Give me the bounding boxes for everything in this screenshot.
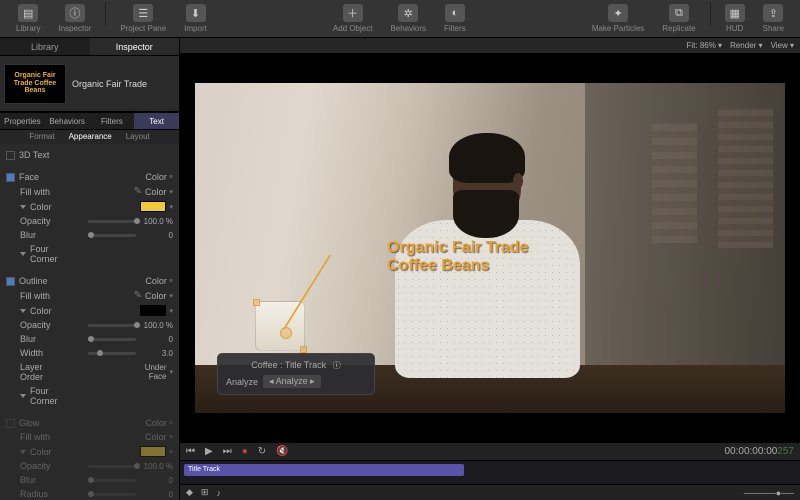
object-title: Organic Fair Trade <box>72 79 147 89</box>
hud-button[interactable]: ▦HUD <box>717 2 753 35</box>
outline-width-slider[interactable] <box>88 352 136 355</box>
project-pane-button[interactable]: ☰Project Pane <box>112 2 174 35</box>
face-checkbox[interactable] <box>6 173 15 182</box>
share-icon: ⇪ <box>763 4 783 22</box>
fillwith-popup[interactable]: ▾ <box>169 188 173 196</box>
3d-text-label: 3D Text <box>19 150 49 160</box>
replicate-icon: ⧉ <box>669 4 689 22</box>
subtab-text[interactable]: Text <box>134 113 179 129</box>
plus-icon: ＋ <box>343 4 363 22</box>
title-text-overlay[interactable]: Organic Fair Trade Coffee Beans <box>387 239 528 276</box>
go-end-button[interactable]: ⏭ <box>223 446 232 457</box>
view-menu[interactable]: View ▾ <box>771 41 794 50</box>
make-particles-button[interactable]: ✦Make Particles <box>584 2 652 35</box>
add-object-button[interactable]: ＋Add Object <box>325 2 381 35</box>
play-button[interactable]: ▶ <box>205 446 213 457</box>
library-button[interactable]: ▤Library <box>8 2 48 35</box>
face-blur-value[interactable]: 0 <box>139 231 173 240</box>
face-popup[interactable]: ≡ <box>169 174 173 181</box>
outline-opacity-slider[interactable] <box>88 324 136 327</box>
modetab-format[interactable]: Format <box>23 132 60 142</box>
share-button[interactable]: ⇪Share <box>755 2 792 35</box>
video-frame: Organic Fair Trade Coffee Beans Coffee :… <box>195 83 785 413</box>
timing-pane-button[interactable]: ⊞ <box>201 487 209 498</box>
face-blur-slider[interactable] <box>88 234 136 237</box>
inspector-sidebar: Library Inspector Organic Fair Trade Cof… <box>0 38 180 500</box>
subtab-behaviors[interactable]: Behaviors <box>45 113 90 129</box>
render-menu[interactable]: Render ▾ <box>730 41 762 50</box>
outline-layer-value[interactable]: Under Face <box>132 363 166 381</box>
fit-menu[interactable]: Fit: 86% ▾ <box>686 41 722 50</box>
filters-icon: ◐ <box>445 4 465 22</box>
disclosure-icon[interactable] <box>20 205 26 209</box>
audio-pane-button[interactable]: ♪ <box>216 488 221 498</box>
canvas[interactable]: Organic Fair Trade Coffee Beans Coffee :… <box>180 54 800 442</box>
tab-library[interactable]: Library <box>0 38 90 55</box>
outline-checkbox[interactable] <box>6 277 15 286</box>
face-color-swatch[interactable] <box>140 201 166 212</box>
timeline-track[interactable]: Title Track <box>180 461 800 484</box>
glow-section: GlowColor≡ Fill withColor▾ Color▾ Opacit… <box>6 416 173 500</box>
properties-panel: 3D Text FaceColor≡ Fill with✎Color▾ Colo… <box>0 144 179 500</box>
import-button[interactable]: ⬇Import <box>176 2 215 35</box>
go-start-button[interactable]: ⏮ <box>186 446 195 457</box>
subtab-properties[interactable]: Properties <box>0 113 45 129</box>
object-thumbnail: Organic Fair Trade Coffee Beans <box>4 64 66 104</box>
timeline: ⏮ ▶ ⏭ ● ↻ 🔇 00:00:00:00257 Title Track ◆… <box>180 442 800 500</box>
mute-button[interactable]: 🔇 <box>276 446 288 457</box>
tab-inspector[interactable]: Inspector <box>90 38 180 55</box>
project-pane-icon: ☰ <box>133 4 153 22</box>
outline-blur-slider[interactable] <box>88 338 136 341</box>
hud-icon: ▦ <box>725 4 745 22</box>
import-icon: ⬇ <box>186 4 206 22</box>
modetab-appearance[interactable]: Appearance <box>63 132 118 142</box>
outline-color-swatch[interactable] <box>140 305 166 316</box>
face-opacity-slider[interactable] <box>88 220 136 223</box>
brush-icon[interactable]: ✎ <box>134 290 142 301</box>
particles-icon: ✦ <box>608 4 628 22</box>
record-button[interactable]: ● <box>242 446 248 457</box>
library-icon: ▤ <box>18 4 38 22</box>
timecode[interactable]: 00:00:00:00257 <box>724 446 794 457</box>
disclosure-icon[interactable] <box>20 252 26 256</box>
3d-text-checkbox[interactable] <box>6 151 15 160</box>
main-toolbar: ▤Library ⓘInspector ☰Project Pane ⬇Impor… <box>0 0 800 38</box>
glow-checkbox[interactable] <box>6 419 15 428</box>
replicate-button[interactable]: ⧉Replicate <box>654 2 703 35</box>
timeline-clip[interactable]: Title Track <box>184 464 464 476</box>
face-section: FaceColor≡ Fill with✎Color▾ Color▾ Opaci… <box>6 170 173 266</box>
inspector-button[interactable]: ⓘInspector <box>50 2 99 35</box>
gear-icon: ✲ <box>398 4 418 22</box>
filters-button[interactable]: ◐Filters <box>436 2 474 35</box>
inspector-icon: ⓘ <box>65 4 85 22</box>
zoom-slider[interactable]: ─────●── <box>744 488 794 498</box>
face-opacity-value[interactable]: 100.0 % <box>139 217 173 226</box>
outline-section: OutlineColor≡ Fill with✎Color▾ Color▾ Op… <box>6 274 173 408</box>
analyze-button[interactable]: ◂ Analyze ▸ <box>263 375 321 388</box>
glow-color-swatch[interactable] <box>140 446 166 457</box>
subtab-filters[interactable]: Filters <box>90 113 135 129</box>
hud-title: Coffee : Title Track ⓘ <box>226 360 366 371</box>
modetab-layout[interactable]: Layout <box>120 132 156 142</box>
behaviors-button[interactable]: ✲Behaviors <box>382 2 434 35</box>
keyframe-tool[interactable]: ◆ <box>186 487 193 498</box>
viewer-panel: Fit: 86% ▾ Render ▾ View ▾ Organic Fair … <box>180 38 800 500</box>
loop-button[interactable]: ↻ <box>258 446 266 457</box>
hud-panel[interactable]: Coffee : Title Track ⓘ Analyze◂ Analyze … <box>217 353 375 395</box>
brush-icon[interactable]: ✎ <box>134 186 142 197</box>
